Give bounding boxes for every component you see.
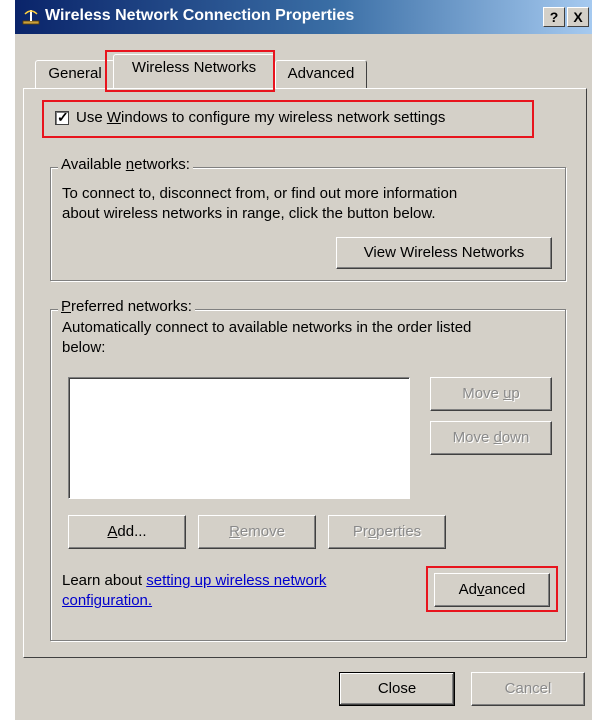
- remove-button[interactable]: Remove: [198, 515, 316, 549]
- close-icon: X: [573, 9, 583, 25]
- tab-general[interactable]: General: [35, 60, 115, 88]
- setup-wireless-link-line1[interactable]: setting up wireless network: [146, 572, 326, 589]
- move-up-label: Move up: [462, 385, 520, 402]
- remove-label: Remove: [229, 523, 285, 540]
- properties-label: Properties: [352, 523, 422, 540]
- learn-about-text: Learn about setting up wireless network: [62, 572, 327, 589]
- tab-wireless-networks[interactable]: Wireless Networks: [113, 54, 275, 88]
- help-icon: ?: [549, 9, 559, 25]
- add-label: Add...: [107, 523, 147, 540]
- tab-panel-wireless-networks: ✓ Use Windows to configure my wireless n…: [23, 88, 587, 658]
- preferred-networks-list[interactable]: [68, 377, 410, 499]
- network-connection-icon: [22, 10, 40, 25]
- preferred-description-line1: Automatically connect to available netwo…: [62, 319, 472, 336]
- move-down-label: Move down: [452, 429, 530, 446]
- advanced-label: Advanced: [458, 581, 526, 598]
- properties-button[interactable]: Properties: [328, 515, 446, 549]
- tab-general-label: General: [48, 65, 102, 82]
- cancel-button[interactable]: Cancel: [471, 672, 585, 706]
- preferred-description-line2: below:: [62, 339, 106, 356]
- tab-advanced[interactable]: Advanced: [275, 60, 367, 88]
- use-windows-checkbox[interactable]: ✓: [55, 109, 69, 125]
- preferred-networks-label: Preferred networks:: [58, 297, 195, 317]
- cancel-label: Cancel: [504, 680, 552, 697]
- close-button[interactable]: Close: [339, 672, 455, 706]
- view-wireless-networks-label: View Wireless Networks: [363, 244, 525, 261]
- close-label: Close: [377, 680, 417, 697]
- help-button[interactable]: ?: [543, 7, 565, 27]
- use-windows-label[interactable]: Use Windows to configure my wireless net…: [76, 108, 445, 128]
- tab-wireless-networks-label: Wireless Networks: [131, 59, 257, 76]
- title-bar[interactable]: Wireless Network Connection Properties ?…: [15, 0, 592, 34]
- properties-dialog: Wireless Network Connection Properties ?…: [14, 0, 592, 720]
- move-up-button[interactable]: Move up: [430, 377, 552, 411]
- available-description-line2: about wireless networks in range, click …: [62, 205, 436, 222]
- move-down-button[interactable]: Move down: [430, 421, 552, 455]
- tab-advanced-label: Advanced: [287, 65, 355, 82]
- checkmark-icon: ✓: [57, 109, 69, 125]
- add-button[interactable]: Add...: [68, 515, 186, 549]
- setup-wireless-link-line2[interactable]: configuration.: [62, 592, 152, 609]
- view-wireless-networks-button[interactable]: View Wireless Networks: [336, 237, 552, 269]
- available-networks-label: Available networks:: [58, 155, 193, 175]
- window-title: Wireless Network Connection Properties: [45, 7, 355, 24]
- learn-about-text-line2: configuration.: [62, 591, 152, 611]
- advanced-button[interactable]: Advanced: [434, 573, 550, 607]
- close-window-button[interactable]: X: [567, 7, 589, 27]
- available-description-line1: To connect to, disconnect from, or find …: [62, 185, 458, 202]
